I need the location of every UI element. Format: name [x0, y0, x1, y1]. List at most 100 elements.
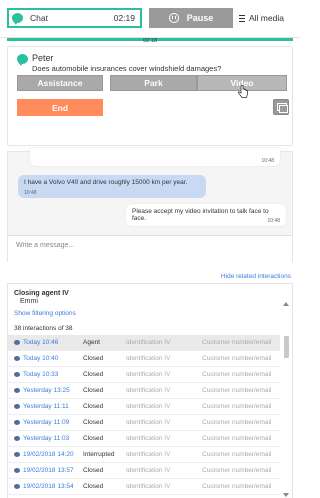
- row-status: Closed: [83, 419, 104, 426]
- row-status: Closed: [83, 371, 104, 378]
- chat-icon: [14, 484, 20, 489]
- table-row[interactable]: 19/02/2018 13:57 Closed Identification I…: [8, 463, 280, 479]
- message-in: I have a Volvo V40 and drive roughly 150…: [18, 175, 206, 198]
- row-identification: Identification IV: [126, 435, 171, 442]
- row-status: Closed: [83, 355, 104, 362]
- message-text: Please accept my video invitation to tal…: [132, 208, 269, 222]
- row-customer: Customer number/email: [202, 451, 272, 458]
- menu-icon: [239, 14, 245, 22]
- table-row[interactable]: Yesterday 11:09 Closed Identification IV…: [8, 415, 280, 431]
- chat-icon: [14, 356, 20, 361]
- message-out: Please accept my video invitation to tal…: [126, 204, 286, 226]
- related-list-box: Closing agent IV Emmi Show filtering opt…: [7, 283, 293, 498]
- row-status: Closed: [83, 403, 104, 410]
- row-customer: Customer number/email: [202, 435, 272, 442]
- row-customer: Customer number/email: [202, 419, 272, 426]
- progress-time: 02:18: [143, 38, 157, 44]
- row-customer: Customer number/email: [202, 387, 272, 394]
- session-progress: 02:18: [7, 37, 293, 44]
- chat-icon: [14, 468, 20, 473]
- chat-icon: [14, 452, 20, 457]
- chat-icon: [14, 372, 20, 377]
- chat-icon: [14, 436, 20, 441]
- table-row[interactable]: Today 10:40 Closed Identification IV Cus…: [8, 351, 280, 367]
- all-media-button[interactable]: All media: [239, 8, 284, 28]
- row-status: Closed: [83, 435, 104, 442]
- message-input[interactable]: Write a message...: [8, 235, 292, 262]
- end-button[interactable]: End: [17, 99, 103, 116]
- message-time: 10:48: [24, 190, 37, 196]
- chat-bubble-icon: [17, 54, 28, 66]
- table-row[interactable]: Yesterday 11:03 Closed Identification IV…: [8, 431, 280, 447]
- row-identification: Identification IV: [126, 467, 171, 474]
- message-text: I have a Volvo V40 and drive roughly 150…: [24, 179, 188, 186]
- row-customer: Customer number/email: [202, 371, 272, 378]
- table-row[interactable]: Today 10:46 Agent Identification IV Cust…: [8, 335, 280, 351]
- interaction-count: 38 interactions of 38: [14, 325, 73, 332]
- closing-agent-label: Closing agent IV: [14, 290, 69, 297]
- table-row[interactable]: 19/02/2018 14:20 Interrupted Identificat…: [8, 447, 280, 463]
- all-media-label: All media: [249, 13, 284, 23]
- row-date[interactable]: Yesterday 11:09: [23, 419, 69, 426]
- hide-related-link[interactable]: Hide related interactions: [221, 273, 291, 280]
- row-date[interactable]: 19/02/2018 13:54: [23, 483, 74, 490]
- row-status: Interrupted: [83, 451, 115, 458]
- table-row[interactable]: Yesterday 13:25 Closed Identification IV…: [8, 383, 280, 399]
- show-filtering-link[interactable]: Show filtering options: [14, 310, 76, 317]
- pause-label: Pause: [186, 13, 214, 23]
- interactions-table: Today 10:46 Agent Identification IV Cust…: [8, 335, 280, 495]
- scroll-thumb[interactable]: [284, 336, 289, 358]
- scrollbar[interactable]: [283, 302, 290, 497]
- hand-cursor-icon: [238, 85, 248, 98]
- pause-icon: [168, 13, 179, 23]
- chat-icon: [14, 404, 20, 409]
- chat-tab-label: Chat: [30, 13, 48, 23]
- chat-bubble-icon: [12, 13, 23, 25]
- row-identification: Identification IV: [126, 451, 171, 458]
- table-row[interactable]: Today 10:33 Closed Identification IV Cus…: [8, 367, 280, 383]
- chat-icon: [14, 388, 20, 393]
- message-time: 10:48: [267, 218, 280, 224]
- table-row[interactable]: 19/02/2018 13:54 Closed Identification I…: [8, 479, 280, 495]
- row-date[interactable]: 19/02/2018 14:20: [23, 451, 74, 458]
- row-date[interactable]: Yesterday 11:11: [23, 403, 69, 410]
- row-customer: Customer number/email: [202, 467, 272, 474]
- table-row[interactable]: Yesterday 11:11 Closed Identification IV…: [8, 399, 280, 415]
- park-button[interactable]: Park: [110, 75, 197, 91]
- screen-share-button[interactable]: [273, 99, 289, 115]
- row-customer: Customer number/email: [202, 339, 272, 346]
- scroll-down-icon[interactable]: [283, 493, 289, 497]
- row-date[interactable]: Today 10:33: [23, 371, 58, 378]
- row-status: Closed: [83, 387, 104, 394]
- row-status: Agent: [83, 339, 100, 346]
- row-date[interactable]: Today 10:40: [23, 355, 58, 362]
- row-date[interactable]: Today 10:46: [23, 339, 58, 346]
- chat-icon: [14, 420, 20, 425]
- row-date[interactable]: 19/02/2018 13:57: [23, 467, 74, 474]
- row-status: Closed: [83, 467, 104, 474]
- chat-panel[interactable]: 10:48 I have a Volvo V40 and drive rough…: [7, 148, 293, 262]
- scroll-up-icon[interactable]: [283, 302, 289, 306]
- message-time: 10:48: [261, 158, 274, 164]
- row-date[interactable]: Yesterday 11:03: [23, 435, 69, 442]
- row-identification: Identification IV: [126, 371, 171, 378]
- pause-button[interactable]: Pause: [149, 8, 233, 28]
- chat-tab[interactable]: Chat 02:19: [7, 8, 142, 28]
- row-identification: Identification IV: [126, 483, 171, 490]
- customer-name: Peter: [32, 53, 54, 63]
- chat-timer: 02:19: [113, 13, 135, 23]
- row-status: Closed: [83, 483, 104, 490]
- assistance-button[interactable]: Assistance: [17, 75, 103, 91]
- row-identification: Identification IV: [126, 339, 171, 346]
- row-identification: Identification IV: [126, 387, 171, 394]
- message-out: 10:48: [30, 148, 280, 166]
- row-identification: Identification IV: [126, 355, 171, 362]
- conversation-panel: Peter Does automobile insurances cover w…: [7, 46, 293, 146]
- related-interactions: Hide related interactions Closing agent …: [7, 268, 293, 498]
- closing-agent-name: Emmi: [20, 298, 38, 305]
- top-bar: Chat 02:19 Pause All media: [0, 0, 300, 38]
- row-identification: Identification IV: [126, 403, 171, 410]
- row-date[interactable]: Yesterday 13:25: [23, 387, 70, 394]
- chat-icon: [14, 340, 20, 345]
- customer-question: Does automobile insurances cover windshi…: [32, 64, 222, 73]
